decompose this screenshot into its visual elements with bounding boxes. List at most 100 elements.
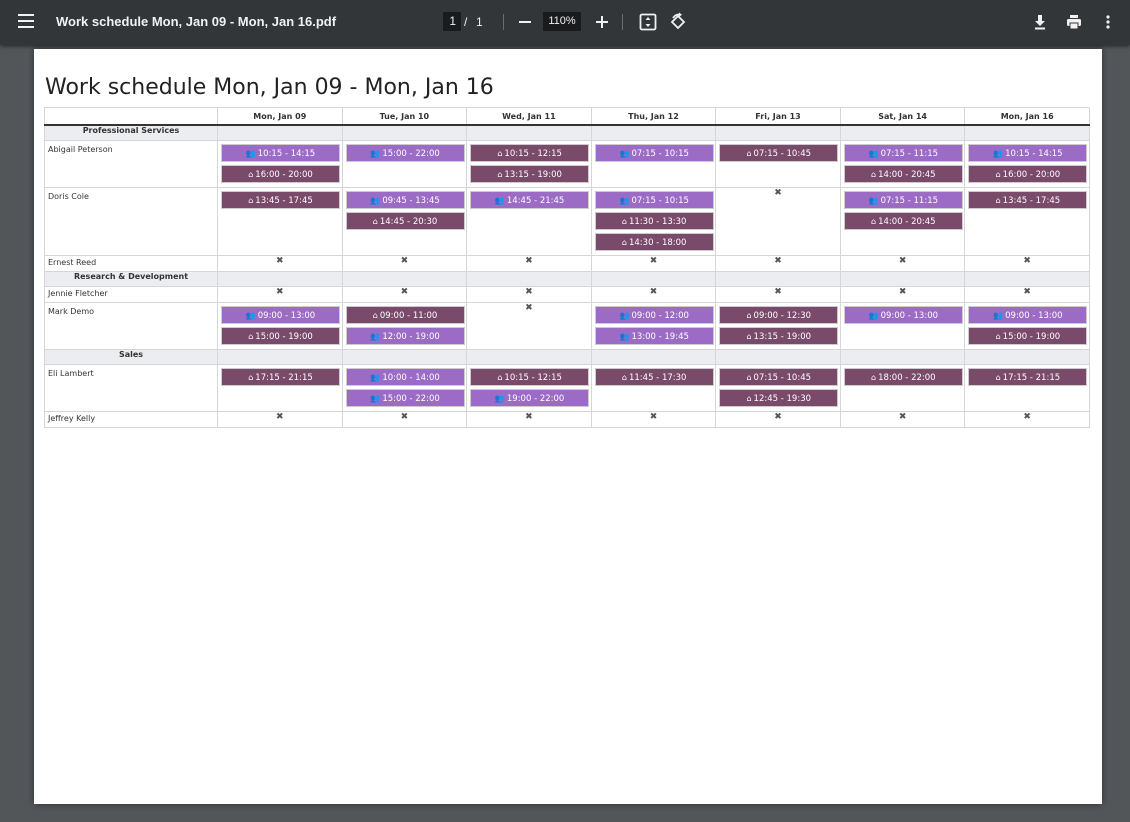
home-shift-badge[interactable]: ⌂ 13:15 - 19:00 xyxy=(719,327,839,345)
shift-time: 07:15 - 10:15 xyxy=(631,149,689,159)
shift-time: 14:00 - 20:45 xyxy=(878,217,936,227)
home-shift-badge[interactable]: ⌂ 10:15 - 12:15 xyxy=(470,368,590,386)
employee-row: Jennie Fletcher ✖ ✖ ✖ ✖ ✖ ✖ ✖ xyxy=(44,286,1090,303)
employee-name: Doris Cole xyxy=(44,187,218,256)
team-shift-badge[interactable]: 👥 10:15 - 14:15 xyxy=(968,144,1088,162)
shift-time: 18:00 - 22:00 xyxy=(878,373,936,383)
home-shift-badge[interactable]: ⌂ 11:30 - 13:30 xyxy=(594,212,714,230)
home-shift-badge[interactable]: ⌂ 14:00 - 20:45 xyxy=(843,165,963,183)
more-options-icon[interactable] xyxy=(1096,10,1120,34)
home-shift-badge[interactable]: ⌂ 14:00 - 20:45 xyxy=(843,212,963,230)
home-icon: ⌂ xyxy=(995,373,1001,382)
team-shift-badge[interactable]: 👥 07:15 - 10:15 xyxy=(594,191,714,209)
print-icon[interactable] xyxy=(1062,10,1086,34)
day-cell: 👥 09:00 - 13:00 ⌂ 15:00 - 19:00 xyxy=(964,302,1090,350)
home-shift-badge[interactable]: ⌂ 16:00 - 20:00 xyxy=(221,165,340,183)
home-shift-badge[interactable]: ⌂ 13:45 - 17:45 xyxy=(221,191,340,209)
team-shift-badge[interactable]: 👥 07:15 - 11:15 xyxy=(843,191,963,209)
page-number-input[interactable]: 1 xyxy=(443,12,461,31)
shift-time: 07:15 - 10:15 xyxy=(631,196,689,206)
zoom-in-icon[interactable] xyxy=(590,10,614,34)
home-shift-badge[interactable]: ⌂ 18:00 - 22:00 xyxy=(843,368,963,386)
team-shift-badge[interactable]: 👥 09:45 - 13:45 xyxy=(345,191,465,209)
absent-icon: ✖ xyxy=(898,256,907,266)
home-shift-badge[interactable]: ⌂ 13:45 - 17:45 xyxy=(968,191,1088,209)
home-icon: ⌂ xyxy=(871,170,877,179)
home-shift-badge[interactable]: ⌂ 17:15 - 21:15 xyxy=(968,368,1088,386)
home-shift-badge[interactable]: ⌂ 13:15 - 19:00 xyxy=(470,165,590,183)
home-shift-badge[interactable]: ⌂ 09:00 - 12:30 xyxy=(719,306,839,324)
day-cell: 👥 07:15 - 11:15 ⌂ 14:00 - 20:45 xyxy=(839,187,966,256)
home-shift-badge[interactable]: ⌂ 12:45 - 19:30 xyxy=(719,389,839,407)
team-shift-badge[interactable]: 👥 13:00 - 19:45 xyxy=(594,327,714,345)
day-cell: 👥 10:15 - 14:15 ⌂ 16:00 - 20:00 xyxy=(964,140,1090,188)
rotate-icon[interactable] xyxy=(666,10,690,34)
absent-icon: ✖ xyxy=(276,287,284,297)
team-shift-badge[interactable]: 👥 07:15 - 10:15 xyxy=(594,144,714,162)
team-shift-badge[interactable]: 👥 07:15 - 11:15 xyxy=(843,144,963,162)
team-shift-badge[interactable]: 👥 09:00 - 13:00 xyxy=(968,306,1088,324)
home-shift-badge[interactable]: ⌂ 15:00 - 19:00 xyxy=(221,327,340,345)
team-shift-badge[interactable]: 👥 15:00 - 22:00 xyxy=(345,389,465,407)
home-shift-badge[interactable]: ⌂ 15:00 - 19:00 xyxy=(968,327,1088,345)
home-shift-badge[interactable]: ⌂ 09:00 - 11:00 xyxy=(345,306,465,324)
team-shift-badge[interactable]: 👥 09:00 - 12:00 xyxy=(594,306,714,324)
home-icon: ⌂ xyxy=(746,332,752,341)
zoom-out-icon[interactable] xyxy=(513,10,537,34)
absent-icon: ✖ xyxy=(774,188,782,198)
pdf-toolbar: Work schedule Mon, Jan 09 - Mon, Jan 16.… xyxy=(0,0,1130,45)
home-icon: ⌂ xyxy=(372,217,378,226)
home-icon: ⌂ xyxy=(746,149,752,158)
team-icon: 👥 xyxy=(619,332,630,341)
fit-to-page-icon[interactable] xyxy=(636,10,660,34)
schedule-table: Mon, Jan 09 Tue, Jan 10 Wed, Jan 11 Thu,… xyxy=(44,107,1090,428)
day-cell: ⌂ 13:45 - 17:45 xyxy=(217,187,343,256)
team-shift-badge[interactable]: 👥 14:45 - 21:45 xyxy=(470,191,590,209)
shift-time: 17:15 - 21:15 xyxy=(1002,373,1061,383)
employee-row: Ernest Reed ✖ ✖ ✖ ✖ ✖ ✖ ✖ xyxy=(44,255,1090,272)
home-icon: ⌂ xyxy=(746,311,752,320)
team-shift-badge[interactable]: 👥 19:00 - 22:00 xyxy=(470,389,590,407)
shift-time: 15:00 - 19:00 xyxy=(255,332,313,342)
home-shift-badge[interactable]: ⌂ 10:15 - 12:15 xyxy=(470,144,590,162)
absent-icon: ✖ xyxy=(525,412,533,422)
day-cell-empty: ✖ xyxy=(839,286,966,303)
home-shift-badge[interactable]: ⌂ 11:45 - 17:30 xyxy=(594,368,714,386)
employee-name: Mark Demo xyxy=(44,302,218,350)
day-cell: ⌂ 09:00 - 11:00 👥 12:00 - 19:00 xyxy=(341,302,468,350)
shift-time: 10:15 - 14:15 xyxy=(1005,149,1063,159)
group-filler-cell xyxy=(341,271,468,287)
pdf-page: Work schedule Mon, Jan 09 - Mon, Jan 16 … xyxy=(34,49,1102,804)
shift-time: 12:00 - 19:00 xyxy=(382,332,440,342)
employee-name: Jeffrey Kelly xyxy=(44,411,218,428)
shift-time: 17:15 - 21:15 xyxy=(255,373,313,383)
menu-icon[interactable] xyxy=(18,14,34,28)
team-shift-badge[interactable]: 👥 10:15 - 14:15 xyxy=(221,144,340,162)
team-shift-badge[interactable]: 👥 10:00 - 14:00 xyxy=(345,368,465,386)
home-shift-badge[interactable]: ⌂ 17:15 - 21:15 xyxy=(221,368,340,386)
zoom-level-input[interactable]: 110% xyxy=(543,12,581,31)
home-icon: ⌂ xyxy=(871,217,877,226)
home-shift-badge[interactable]: ⌂ 14:45 - 20:30 xyxy=(345,212,465,230)
home-shift-badge[interactable]: ⌂ 14:30 - 18:00 xyxy=(594,233,714,251)
home-icon: ⌂ xyxy=(995,196,1001,205)
shift-time: 14:30 - 18:00 xyxy=(628,238,687,248)
absent-icon: ✖ xyxy=(276,256,284,266)
home-shift-badge[interactable]: ⌂ 16:00 - 20:00 xyxy=(968,165,1088,183)
day-cell: 👥 10:00 - 14:00 👥 15:00 - 22:00 xyxy=(341,364,468,412)
team-shift-badge[interactable]: 👥 12:00 - 19:00 xyxy=(345,327,465,345)
day-cell: ⌂ 17:15 - 21:15 xyxy=(217,364,343,412)
day-cell-empty: ✖ xyxy=(590,286,717,303)
day-header: Tue, Jan 10 xyxy=(341,107,468,126)
employee-row: Abigail Peterson 👥 10:15 - 14:15 ⌂ 16:00 - 2… xyxy=(44,140,1090,188)
download-icon[interactable] xyxy=(1028,10,1052,34)
absent-icon: ✖ xyxy=(898,287,907,297)
team-shift-badge[interactable]: 👥 15:00 - 22:00 xyxy=(345,144,465,162)
team-shift-badge[interactable]: 👥 09:00 - 13:00 xyxy=(843,306,963,324)
home-shift-badge[interactable]: ⌂ 07:15 - 10:45 xyxy=(719,368,839,386)
day-cell-empty: ✖ xyxy=(217,411,343,428)
home-shift-badge[interactable]: ⌂ 07:15 - 10:45 xyxy=(719,144,839,162)
home-icon: ⌂ xyxy=(248,373,254,382)
day-cell: 👥 10:15 - 14:15 ⌂ 16:00 - 20:00 xyxy=(217,140,343,188)
team-shift-badge[interactable]: 👥 09:00 - 13:00 xyxy=(221,306,340,324)
